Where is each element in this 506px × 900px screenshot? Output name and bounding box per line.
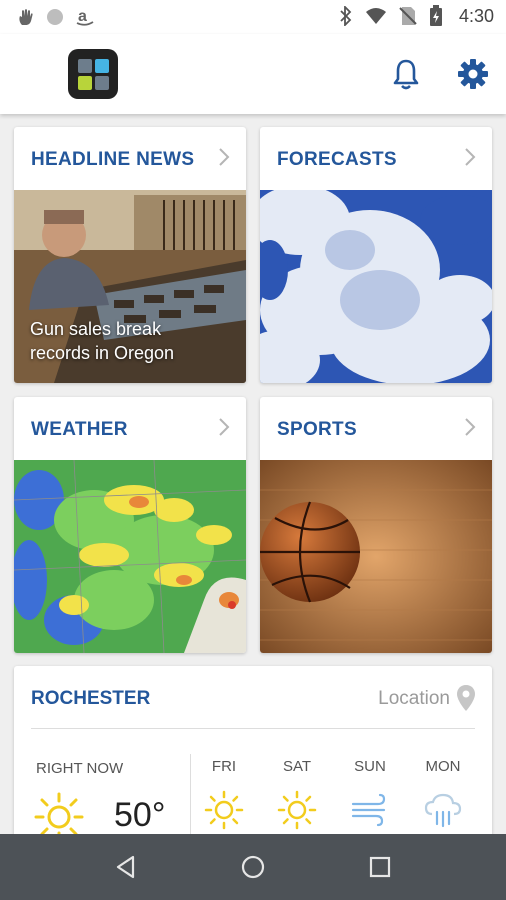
current-temperature: 50° xyxy=(114,796,166,834)
headline-news-image: Gun sales break records in Oregon xyxy=(14,190,246,383)
gear-icon[interactable] xyxy=(457,58,489,90)
app-bar xyxy=(0,34,506,114)
location-pin-icon[interactable] xyxy=(456,684,476,712)
clock: 4:30 xyxy=(458,5,494,26)
forecast-day-label: SAT xyxy=(282,758,312,775)
bluetooth-icon xyxy=(340,6,352,26)
forecasts-sky-image xyxy=(260,190,492,383)
bell-icon[interactable] xyxy=(392,58,420,90)
svg-text:a: a xyxy=(78,8,87,25)
recent-apps-icon[interactable] xyxy=(369,856,391,878)
wind-icon xyxy=(351,793,386,827)
headline-news-card[interactable]: HEADLINE NEWS Gun sales break records in… xyxy=(14,127,246,383)
headline-news-title: HEADLINE NEWS xyxy=(31,149,195,170)
chevron-right-icon xyxy=(465,418,476,436)
amazon-icon: a xyxy=(76,8,94,26)
no-sim-icon xyxy=(399,7,417,25)
chevron-right-icon xyxy=(219,148,230,166)
sports-basketball-image xyxy=(260,460,492,653)
city-name: ROCHESTER xyxy=(31,688,151,709)
chevron-right-icon xyxy=(465,148,476,166)
hand-notification-icon xyxy=(19,9,33,25)
home-icon[interactable] xyxy=(240,854,266,880)
divider xyxy=(31,728,475,729)
forecasts-title: FORECASTS xyxy=(277,149,397,170)
chevron-right-icon xyxy=(219,418,230,436)
right-now-label: RIGHT NOW xyxy=(36,760,124,777)
sports-card[interactable]: SPORTS xyxy=(260,397,492,653)
sun-icon xyxy=(204,790,244,830)
sun-icon xyxy=(277,790,317,830)
rain-cloud-icon xyxy=(424,793,462,828)
vertical-divider xyxy=(190,754,191,844)
system-navigation-bar xyxy=(0,834,506,900)
headline-caption: Gun sales break records in Oregon xyxy=(30,319,175,363)
weather-radar-map xyxy=(14,460,246,653)
sports-title: SPORTS xyxy=(277,419,357,440)
app-logo[interactable] xyxy=(68,49,118,99)
forecast-day-label: FRI xyxy=(211,758,237,775)
wifi-icon xyxy=(365,8,386,24)
forecast-day-label: MON xyxy=(425,758,461,775)
status-bar: a 4:30 xyxy=(0,0,506,34)
weather-title: WEATHER xyxy=(31,419,128,440)
forecasts-card[interactable]: FORECASTS xyxy=(260,127,492,383)
weather-card[interactable]: WEATHER xyxy=(14,397,246,653)
battery-charging-icon xyxy=(429,5,442,26)
forecast-day-label: SUN xyxy=(354,758,386,775)
location-button-label[interactable]: Location xyxy=(378,688,450,710)
back-icon[interactable] xyxy=(113,854,139,880)
circle-notification-icon xyxy=(47,9,63,25)
